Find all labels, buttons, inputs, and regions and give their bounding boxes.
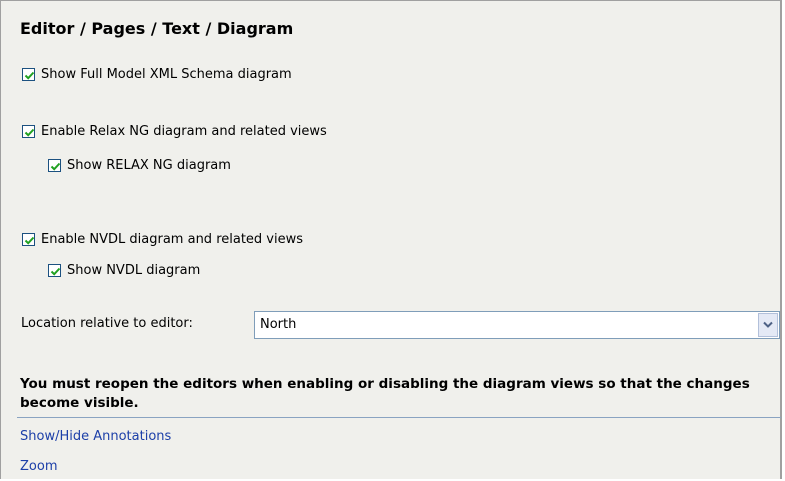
enable-nvdl-checkbox[interactable] (22, 233, 35, 246)
dropdown-button[interactable] (758, 313, 778, 337)
enable-nvdl-label: Enable NVDL diagram and related views (41, 232, 304, 247)
page-title: Editor / Pages / Text / Diagram (20, 19, 294, 38)
enable-relax-ng-label: Enable Relax NG diagram and related view… (41, 124, 327, 139)
chevron-down-icon (763, 321, 773, 328)
check-mark-icon (24, 71, 35, 80)
preferences-panel: Editor / Pages / Text / Diagram Show Ful… (0, 0, 782, 479)
enable-relax-ng-checkbox[interactable] (22, 125, 35, 138)
location-select[interactable]: North (254, 311, 780, 339)
enable-relax-ng-option[interactable]: Enable Relax NG diagram and related view… (22, 124, 327, 139)
full-model-checkbox[interactable] (22, 68, 35, 81)
enable-nvdl-option[interactable]: Enable NVDL diagram and related views (22, 232, 303, 247)
zoom-link[interactable]: Zoom (20, 459, 57, 474)
show-relax-ng-label: Show RELAX NG diagram (67, 158, 231, 173)
show-nvdl-checkbox[interactable] (48, 264, 61, 277)
check-mark-icon (50, 267, 61, 276)
check-mark-icon (24, 236, 35, 245)
check-mark-icon (24, 128, 35, 137)
show-hide-annotations-link[interactable]: Show/Hide Annotations (20, 429, 171, 444)
show-relax-ng-checkbox[interactable] (48, 159, 61, 172)
full-model-option[interactable]: Show Full Model XML Schema diagram (22, 67, 292, 82)
location-label: Location relative to editor: (21, 316, 193, 331)
location-select-value: North (260, 317, 297, 332)
check-mark-icon (50, 162, 61, 171)
divider (17, 417, 781, 418)
show-relax-ng-option[interactable]: Show RELAX NG diagram (48, 158, 231, 173)
reopen-warning: You must reopen the editors when enablin… (20, 376, 750, 411)
full-model-label: Show Full Model XML Schema diagram (41, 67, 292, 82)
show-nvdl-label: Show NVDL diagram (67, 263, 201, 278)
show-nvdl-option[interactable]: Show NVDL diagram (48, 263, 200, 278)
